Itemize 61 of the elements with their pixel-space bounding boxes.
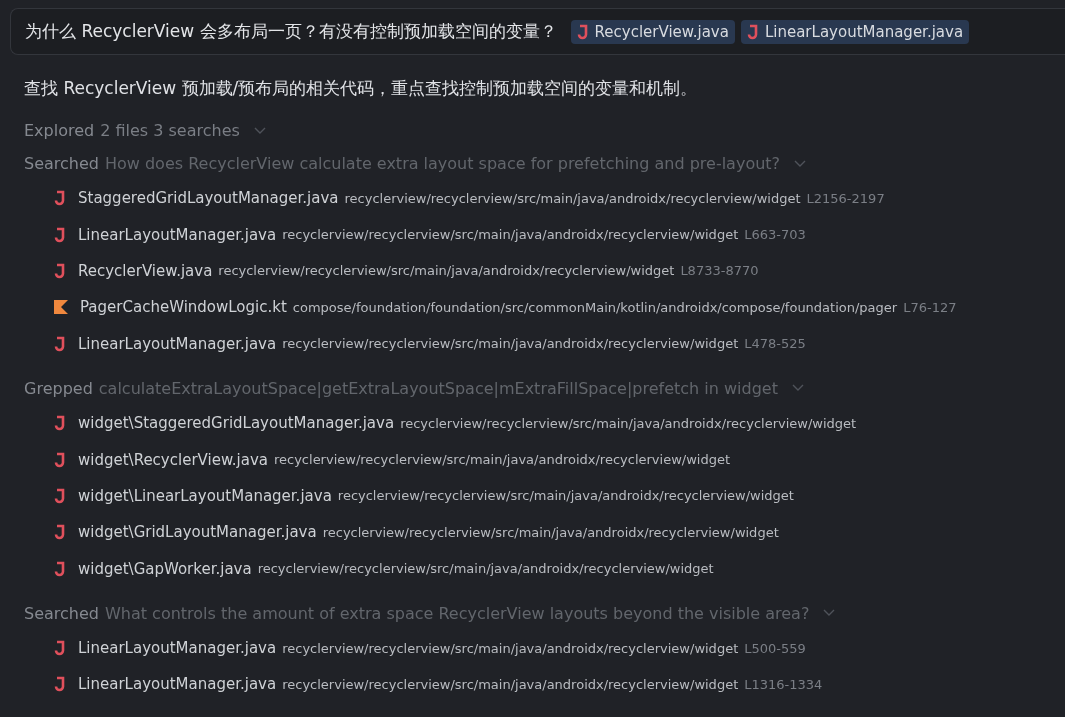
file-path: recyclerview/recyclerview/src/main/java/androidx/recyclerview/widget	[322, 524, 779, 540]
line-range: L8733-8770	[680, 263, 759, 279]
file-path: recyclerview/recyclerview/src/main/java/androidx/recyclerview/widget	[282, 227, 739, 243]
file-type-icon	[54, 487, 66, 504]
file-name[interactable]: widget\GridLayoutManager.java	[78, 523, 317, 542]
file-type-icon	[54, 335, 66, 352]
file-name[interactable]: LinearLayoutManager.java	[78, 675, 277, 694]
file-name[interactable]: RecyclerView.java	[78, 261, 213, 280]
file-type-icon	[746, 23, 759, 40]
file-path: recyclerview/recyclerview/src/main/java/androidx/recyclerview/widget	[257, 561, 714, 577]
file-name[interactable]: PagerCacheWindowLogic.kt	[80, 298, 287, 317]
step-label: Grepped	[24, 378, 93, 398]
line-range: L1316-1334	[744, 677, 823, 692]
file-path: recyclerview/recyclerview/src/main/java/androidx/recyclerview/widget	[344, 190, 801, 206]
file-type-icon	[54, 300, 68, 315]
file-path: compose/foundation/foundation/src/commonMain/kotlin/androidx/compose/foundation/pager	[292, 299, 898, 315]
line-range: L500-559	[744, 640, 806, 656]
file-chip[interactable]: LinearLayoutManager.java	[740, 19, 970, 44]
line-range: L478-525	[744, 336, 806, 352]
file-name[interactable]: widget\RecyclerView.java	[78, 450, 268, 469]
explored-summary: 2 files 3 searches	[100, 121, 240, 140]
file-type-icon	[54, 190, 66, 207]
file-chip[interactable]: RecyclerView.java	[570, 19, 735, 44]
step-label: Searched	[24, 603, 99, 623]
file-name[interactable]: widget\LinearLayoutManager.java	[78, 486, 332, 505]
file-path: recyclerview/recyclerview/src/main/java/androidx/recyclerview/widget	[282, 336, 739, 352]
step-label: Searched	[24, 154, 99, 173]
file-name[interactable]: widget\StaggeredGridLayoutManager.java	[78, 414, 395, 433]
file-type-icon	[54, 415, 66, 432]
file-type-icon	[576, 23, 589, 40]
file-path: recyclerview/recyclerview/src/main/java/androidx/recyclerview/widget	[218, 263, 675, 279]
file-type-icon	[54, 640, 66, 657]
file-path: recyclerview/recyclerview/src/main/java/androidx/recyclerview/widget	[337, 488, 794, 504]
file-name[interactable]: LinearLayoutManager.java	[78, 639, 277, 658]
step-query: What controls the amount of extra space RecyclerView layouts beyond the visible area?	[104, 603, 810, 623]
file-name[interactable]: widget\GapWorker.java	[78, 559, 252, 578]
response-text: 查找 RecyclerView 预加载/预布局的相关代码，重点查找控制预加载空间的变量和机制。	[24, 78, 698, 98]
chevron-down-icon[interactable]	[253, 126, 266, 135]
file-type-icon	[54, 676, 66, 693]
file-type-icon	[54, 524, 66, 541]
step-label: Explored	[24, 121, 95, 140]
chevron-down-icon[interactable]	[791, 384, 804, 393]
file-type-icon	[54, 451, 66, 468]
chevron-down-icon[interactable]	[794, 159, 807, 168]
file-name[interactable]: LinearLayoutManager.java	[78, 334, 277, 353]
line-range: L2156-2197	[806, 190, 885, 206]
line-range: L663-703	[744, 227, 806, 243]
file-type-icon	[54, 262, 66, 279]
prompt-text: 为什么 RecyclerView 会多布局一页？有没有控制预加载空间的变量？	[25, 20, 557, 43]
file-name[interactable]: StaggeredGridLayoutManager.java	[78, 189, 339, 208]
file-path: recyclerview/recyclerview/src/main/java/androidx/recyclerview/widget	[273, 452, 730, 468]
file-path: recyclerview/recyclerview/src/main/java/androidx/recyclerview/widget	[282, 640, 739, 656]
step-query: How does RecyclerView calculate extra layout space for prefetching and pre-layout?	[104, 154, 781, 173]
file-path: recyclerview/recyclerview/src/main/java/androidx/recyclerview/widget	[400, 415, 857, 431]
step-query: calculateExtraLayoutSpace|getExtraLayoutSpace|mExtraFillSpace|prefetch in widget	[98, 378, 778, 398]
line-range: L76-127	[903, 299, 957, 315]
file-path: recyclerview/recyclerview/src/main/java/androidx/recyclerview/widget	[282, 677, 739, 692]
file-type-icon	[54, 560, 66, 577]
file-name[interactable]: LinearLayoutManager.java	[78, 225, 277, 244]
chevron-down-icon[interactable]	[823, 609, 836, 618]
file-type-icon	[54, 226, 66, 243]
